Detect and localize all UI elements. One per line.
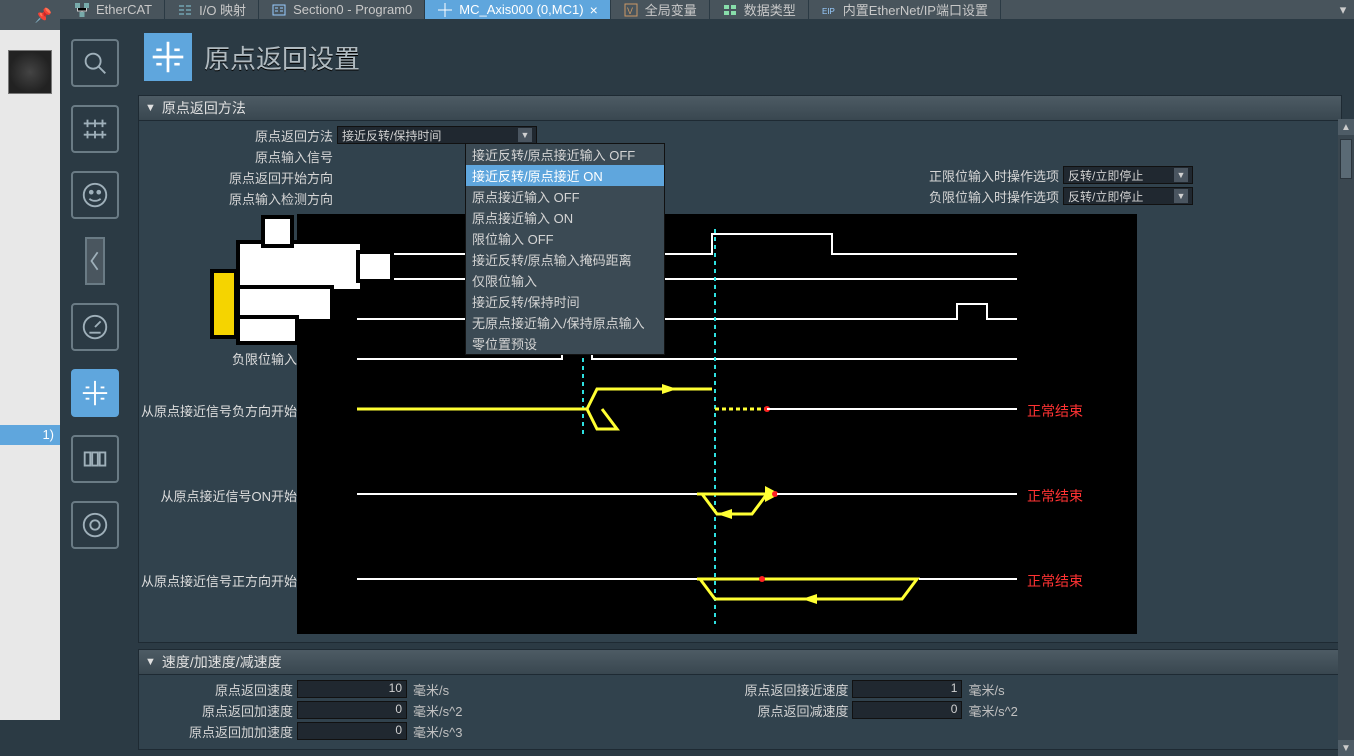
tab-axis[interactable]: MC_Axis000 (0,MC1) ×: [425, 0, 610, 19]
network-icon: [74, 2, 90, 18]
unit-label: 毫米/s^2: [413, 701, 462, 720]
scroll-down-icon[interactable]: ▼: [1338, 740, 1354, 756]
end-label: 正常结束: [1027, 486, 1083, 506]
tab-label: Section0 - Program0: [293, 2, 412, 17]
dropdown-item[interactable]: 零位置预设: [466, 333, 664, 354]
param-label: 原点返回加加速度: [147, 722, 297, 741]
tab-eip[interactable]: EIP 内置EtherNet/IP端口设置: [809, 0, 1001, 19]
homing-method-select[interactable]: 接近反转/保持时间 ▼: [337, 126, 537, 144]
side-btn-limit[interactable]: [71, 303, 119, 351]
unit-label: 毫米/s: [413, 680, 449, 699]
select-value: 接近反转/保持时间: [342, 127, 441, 144]
dropdown-item[interactable]: 限位输入 OFF: [466, 228, 664, 249]
page-title-icon: [144, 33, 192, 81]
homing-accel-input[interactable]: 0: [297, 701, 407, 719]
select-value: 反转/立即停止: [1068, 188, 1143, 205]
neg-limit-option-select[interactable]: 反转/立即停止 ▼: [1063, 187, 1193, 205]
param-label: 原点返回方法: [147, 126, 337, 145]
end-label: 正常结束: [1027, 571, 1083, 591]
unit-label: 毫米/s^3: [413, 722, 462, 741]
dropdown-item[interactable]: 接近反转/原点接近 ON: [466, 165, 664, 186]
unit-label: 毫米/s^2: [968, 701, 1017, 720]
side-btn-unit[interactable]: [71, 105, 119, 153]
eip-icon: EIP: [821, 2, 837, 18]
var-icon: V: [623, 2, 639, 18]
side-btn-other[interactable]: [85, 237, 105, 285]
tab-ethercat[interactable]: EtherCAT: [62, 0, 165, 19]
vertical-scrollbar[interactable]: ▲ ▼: [1338, 119, 1354, 756]
close-icon[interactable]: ×: [590, 2, 598, 18]
diag-label-from-neg-prox: 从原点接近信号负方向开始: [77, 401, 297, 420]
section-header-speed[interactable]: ▼ 速度/加速度/减速度: [138, 649, 1342, 675]
dropdown-item[interactable]: 原点接近输入 OFF: [466, 186, 664, 207]
homing-jerk-input[interactable]: 0: [297, 722, 407, 740]
program-icon: [271, 2, 287, 18]
collapse-icon: ▼: [145, 102, 156, 114]
pos-limit-option-select[interactable]: 反转/立即停止 ▼: [1063, 166, 1193, 184]
tab-datatype[interactable]: 数据类型: [710, 0, 809, 19]
tab-label: EtherCAT: [96, 2, 152, 17]
chevron-down-icon: ▼: [1174, 189, 1188, 203]
svg-text:V: V: [627, 6, 633, 16]
collapse-icon: ▼: [145, 656, 156, 668]
dropdown-item[interactable]: 接近反转/原点接近输入 OFF: [466, 144, 664, 165]
explorer-panel[interactable]: 📌 002) 1): [0, 0, 60, 720]
side-btn-operation[interactable]: [71, 171, 119, 219]
section-header-method[interactable]: ▼ 原点返回方法: [138, 95, 1342, 121]
chevron-down-icon: ▼: [518, 128, 532, 142]
device-thumbnail[interactable]: [8, 50, 52, 94]
datatype-icon: [722, 2, 738, 18]
homing-diagram: 负限位输入 从原点接近信号负方向开始 从原点接近信号ON开始 从原点接近信号正方…: [297, 214, 1137, 634]
param-label: 原点输入信号: [147, 147, 337, 166]
side-btn-basic[interactable]: [71, 39, 119, 87]
tab-overflow-dropdown[interactable]: ▾: [1332, 0, 1354, 19]
diag-label-from-pos-prox: 从原点接近信号正方向开始: [77, 571, 297, 590]
page-title: 原点返回设置: [204, 39, 360, 76]
diag-label-neg-limit: 负限位输入: [77, 349, 297, 368]
dropdown-item[interactable]: 接近反转/保持时间: [466, 291, 664, 312]
scroll-up-icon[interactable]: ▲: [1338, 119, 1354, 135]
param-label: 负限位输入时操作选项: [863, 187, 1063, 206]
io-icon: [177, 2, 193, 18]
dropdown-item[interactable]: 仅限位输入: [466, 270, 664, 291]
end-label: 正常结束: [1027, 401, 1083, 421]
scroll-thumb[interactable]: [1340, 139, 1352, 179]
homing-speed-input[interactable]: 10: [297, 680, 407, 698]
side-btn-position[interactable]: [71, 435, 119, 483]
section-title: 原点返回方法: [162, 98, 246, 118]
homing-approach-speed-input[interactable]: 1: [852, 680, 962, 698]
unit-label: 毫米/s: [968, 680, 1004, 699]
param-label: 原点返回减速度: [682, 701, 852, 720]
chevron-down-icon: ▼: [1174, 168, 1188, 182]
tab-globalvar[interactable]: V 全局变量: [611, 0, 710, 19]
side-btn-servo[interactable]: [71, 501, 119, 549]
tab-label: 全局变量: [645, 0, 697, 19]
tab-program[interactable]: Section0 - Program0: [259, 0, 425, 19]
tab-label: 数据类型: [744, 0, 796, 19]
tab-iomap[interactable]: I/O 映射: [165, 0, 259, 19]
tab-strip: EtherCAT I/O 映射 Section0 - Program0 MC_A…: [60, 0, 1354, 19]
axis-icon: [437, 2, 453, 18]
tab-label: 内置EtherNet/IP端口设置: [843, 0, 988, 19]
homing-decel-input[interactable]: 0: [852, 701, 962, 719]
param-label: 原点返回开始方向: [147, 168, 337, 187]
dropdown-item[interactable]: 无原点接近输入/保持原点输入: [466, 312, 664, 333]
param-label: 原点输入检测方向: [147, 189, 337, 208]
param-label: 原点返回加速度: [147, 701, 297, 720]
tree-selected-node[interactable]: 1): [0, 425, 60, 445]
select-value: 反转/立即停止: [1068, 167, 1143, 184]
tab-label: MC_Axis000 (0,MC1): [459, 2, 583, 17]
svg-text:EIP: EIP: [822, 7, 835, 16]
pin-icon[interactable]: 📌: [35, 7, 52, 24]
diag-label-from-prox-on: 从原点接近信号ON开始: [77, 486, 297, 505]
param-label: 原点返回接近速度: [682, 680, 852, 699]
tab-label: I/O 映射: [199, 0, 246, 19]
category-sidebar: [60, 19, 130, 756]
homing-method-dropdown[interactable]: 接近反转/原点接近输入 OFF接近反转/原点接近 ON原点接近输入 OFF原点接…: [465, 143, 665, 355]
dropdown-item[interactable]: 原点接近输入 ON: [466, 207, 664, 228]
param-label: 原点返回速度: [147, 680, 297, 699]
dropdown-item[interactable]: 接近反转/原点输入掩码距离: [466, 249, 664, 270]
param-label: 正限位输入时操作选项: [863, 166, 1063, 185]
section-title: 速度/加速度/减速度: [162, 652, 282, 672]
